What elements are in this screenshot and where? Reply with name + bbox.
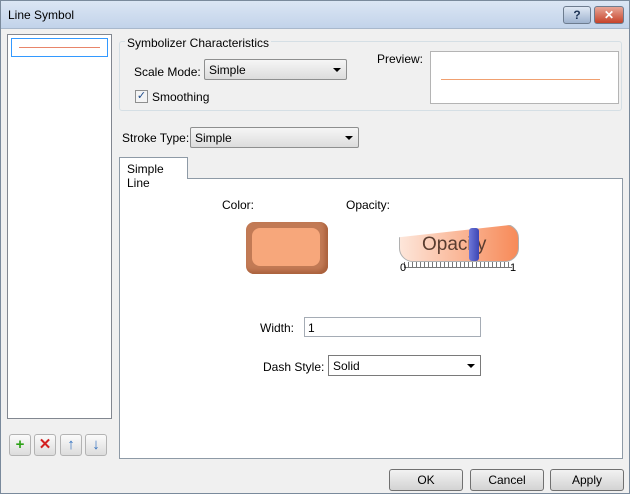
color-swatch-fill [252, 228, 320, 266]
chevron-down-icon [345, 136, 353, 140]
smoothing-label: Smoothing [152, 90, 210, 104]
ok-button[interactable]: OK [389, 469, 463, 491]
preview-line [441, 79, 600, 80]
color-label: Color: [222, 198, 255, 212]
apply-button[interactable]: Apply [550, 469, 624, 491]
chevron-down-icon [333, 68, 341, 72]
cancel-button[interactable]: Cancel [470, 469, 544, 491]
opacity-max-label: 1 [510, 262, 517, 274]
chevron-down-icon [467, 364, 475, 368]
tab-simple-line[interactable]: Simple Line [119, 157, 188, 190]
opacity-label: Opacity: [346, 198, 391, 212]
dash-style-value: Solid [333, 359, 360, 373]
scale-mode-label: Scale Mode: [134, 65, 201, 79]
stroke-type-label: Stroke Type: [122, 131, 190, 145]
move-down-button[interactable]: ↓ [85, 434, 107, 456]
list-item[interactable] [11, 38, 108, 57]
symbolizer-group-title: Symbolizer Characteristics [125, 36, 272, 50]
scale-mode-value: Simple [209, 63, 246, 77]
help-button[interactable]: ? [563, 6, 591, 24]
line-symbol-dialog: Line Symbol ? ✕ + ✕ ↑ ↓ Symbolizer Chara… [0, 0, 630, 494]
window-title: Line Symbol [8, 8, 75, 22]
symbol-layer-list[interactable] [7, 34, 112, 419]
stroke-type-value: Simple [195, 131, 232, 145]
move-up-button[interactable]: ↑ [60, 434, 82, 456]
preview-label: Preview: [377, 52, 424, 66]
preview-box [430, 51, 619, 104]
close-button[interactable]: ✕ [594, 6, 624, 24]
remove-layer-button[interactable]: ✕ [34, 434, 56, 456]
width-value: 1 [308, 321, 315, 335]
stroke-type-dropdown[interactable]: Simple [190, 127, 359, 148]
color-picker-button[interactable] [246, 222, 328, 274]
smoothing-checkbox[interactable]: ✓ [135, 90, 148, 103]
opacity-min-label: 0 [400, 262, 407, 274]
scale-mode-dropdown[interactable]: Simple [204, 59, 347, 80]
dash-style-dropdown[interactable]: Solid [328, 355, 481, 376]
dash-style-label: Dash Style: [263, 360, 325, 374]
title-bar: Line Symbol ? ✕ [1, 1, 629, 29]
width-input[interactable]: 1 [304, 317, 481, 337]
opacity-slider-thumb[interactable] [469, 228, 480, 261]
width-label: Width: [260, 321, 295, 335]
tab-label: Simple Line [127, 162, 164, 190]
opacity-ruler [404, 262, 512, 268]
line-symbol-thumbnail [19, 47, 100, 48]
add-layer-button[interactable]: + [9, 434, 31, 456]
opacity-slider[interactable]: Opacity 0 1 [398, 222, 522, 276]
